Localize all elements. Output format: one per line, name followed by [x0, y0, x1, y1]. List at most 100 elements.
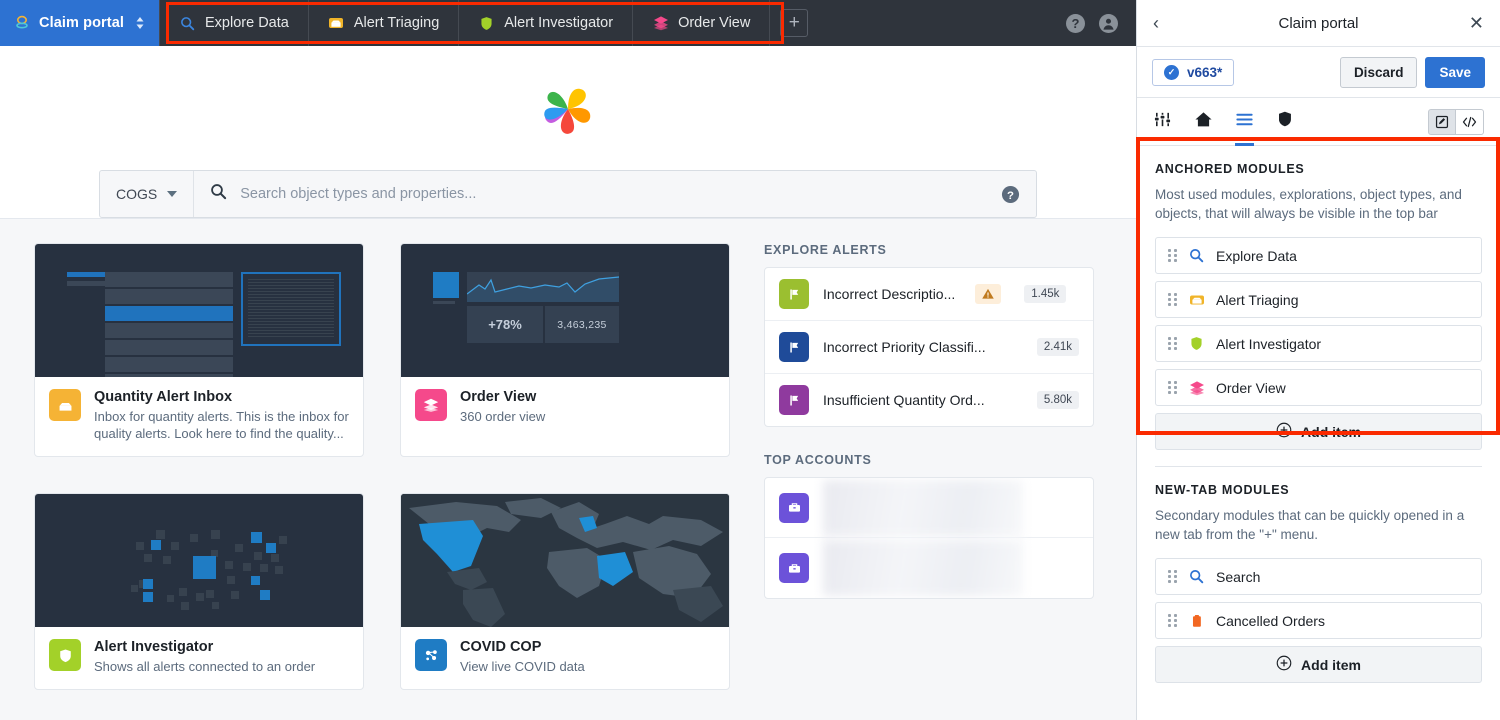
- version-chip[interactable]: ✓ v663*: [1152, 58, 1235, 86]
- search-scope-dropdown[interactable]: COGS: [100, 171, 195, 217]
- user-avatar-icon[interactable]: [1099, 13, 1118, 33]
- drag-handle-icon[interactable]: [1168, 569, 1177, 584]
- alert-label: Incorrect Priority Classifi...: [823, 339, 986, 355]
- group-new-tab-modules: NEW-TAB MODULES Secondary modules that c…: [1151, 467, 1486, 689]
- module-item-order-view[interactable]: Order View: [1155, 369, 1482, 406]
- briefcase-icon: [779, 492, 809, 523]
- alert-count: 1.45k: [1024, 285, 1067, 303]
- chevron-down-icon: [167, 191, 178, 197]
- code-icon[interactable]: [1456, 108, 1484, 135]
- app-logo-icon: [14, 15, 30, 31]
- magnifier-icon: [1188, 247, 1205, 264]
- card-text: Alert Investigator Shows all alerts conn…: [94, 639, 315, 675]
- global-search-bar: COGS Search object types and properties.…: [99, 170, 1037, 218]
- tab-alert-triaging[interactable]: Alert Triaging: [309, 0, 460, 46]
- drag-handle-icon[interactable]: [1168, 613, 1177, 628]
- explore-alerts-title: EXPLORE ALERTS: [764, 243, 887, 257]
- layers-icon: [652, 15, 669, 32]
- chevron-left-icon[interactable]: ‹: [1153, 13, 1175, 34]
- add-item-button-newtab[interactable]: Add item: [1155, 646, 1482, 683]
- card-covid-cop[interactable]: COVID COP View live COVID data: [400, 493, 730, 690]
- list-item[interactable]: [765, 538, 1093, 598]
- thumb-tile: [433, 272, 459, 298]
- discard-button[interactable]: Discard: [1339, 56, 1418, 88]
- card-alert-investigator[interactable]: Alert Investigator Shows all alerts conn…: [34, 493, 364, 690]
- brand-selector[interactable]: Claim portal: [0, 0, 159, 46]
- shield-icon: [49, 639, 81, 671]
- card-title: COVID COP: [460, 639, 542, 655]
- drag-handle-icon[interactable]: [1168, 336, 1177, 351]
- table-detail-thumb: [35, 244, 363, 377]
- cluster-icon: [415, 639, 447, 671]
- module-label: Alert Triaging: [1216, 291, 1299, 308]
- drag-handle-icon[interactable]: [1168, 292, 1177, 307]
- tab-alert-investigator[interactable]: Alert Investigator: [459, 0, 634, 46]
- configuration-panel: ‹ Claim portal ✕ ✓ v663* Discard Save AN…: [1136, 0, 1500, 720]
- thumb-rows: [105, 272, 233, 377]
- drag-handle-icon[interactable]: [1168, 380, 1177, 395]
- module-label: Explore Data: [1216, 247, 1297, 264]
- svg-text:?: ?: [1007, 189, 1014, 201]
- module-item-alert-investigator[interactable]: Alert Investigator: [1155, 325, 1482, 362]
- add-item-button-anchored[interactable]: Add item: [1155, 413, 1482, 450]
- inbox-icon: [1188, 291, 1205, 308]
- panel-tab-settings[interactable]: [1153, 98, 1172, 146]
- card-body: COVID COP View live COVID data: [401, 627, 729, 689]
- inbox-icon: [49, 389, 81, 421]
- thumb-detail-pane: [241, 272, 341, 346]
- card-title: Quantity Alert Inbox: [94, 389, 233, 405]
- card-body: Quantity Alert Inbox Inbox for quantity …: [35, 377, 363, 456]
- module-item-search[interactable]: Search: [1155, 558, 1482, 595]
- module-label: Cancelled Orders: [1216, 612, 1325, 629]
- module-item-alert-triaging[interactable]: Alert Triaging: [1155, 281, 1482, 318]
- warning-triangle-icon: [975, 284, 1002, 304]
- list-item[interactable]: Incorrect Descriptio... 1.45k: [765, 268, 1093, 321]
- magnifier-icon: [179, 15, 196, 32]
- add-item-label: Add item: [1301, 656, 1361, 673]
- top-navigation-bar: Claim portal Explore Data Alert Triaging…: [0, 0, 1136, 46]
- close-icon[interactable]: ✕: [1462, 13, 1484, 34]
- alert-label: Insufficient Quantity Ord...: [823, 392, 985, 408]
- card-order-view[interactable]: +78% 3,463,235 Order View 360 order view: [400, 243, 730, 457]
- redacted-account-name: [823, 540, 1023, 596]
- search-help-icon[interactable]: ?: [1001, 171, 1036, 217]
- search-placeholder: Search object types and properties...: [240, 186, 477, 202]
- thumb-stat-delta: +78%: [467, 306, 543, 343]
- tab-explore-data[interactable]: Explore Data: [159, 0, 309, 46]
- list-item[interactable]: Incorrect Priority Classifi... 2.41k: [765, 321, 1093, 374]
- clipboard-icon: [1188, 612, 1205, 629]
- help-icon[interactable]: ?: [1066, 13, 1085, 33]
- module-item-cancelled-orders[interactable]: Cancelled Orders: [1155, 602, 1482, 639]
- thumb-sidebar: [67, 272, 105, 290]
- tab-label: Alert Investigator: [504, 15, 614, 31]
- panel-tab-bar: [1137, 98, 1500, 146]
- tab-label: Explore Data: [205, 15, 289, 31]
- card-quantity-alert-inbox[interactable]: Quantity Alert Inbox Inbox for quantity …: [34, 243, 364, 457]
- color-wheel-icon: [541, 82, 595, 136]
- search-input[interactable]: Search object types and properties...: [194, 171, 1001, 217]
- module-tab-list: Explore Data Alert Triaging Alert Invest…: [159, 0, 771, 46]
- module-label: Order View: [1216, 379, 1286, 396]
- add-tab-button[interactable]: +: [780, 9, 809, 37]
- app-root: Claim portal Explore Data Alert Triaging…: [0, 0, 1500, 720]
- selector-caret-icon[interactable]: [135, 15, 145, 31]
- thumb-node-graph: [35, 494, 363, 627]
- save-button[interactable]: Save: [1425, 56, 1485, 88]
- drag-handle-icon[interactable]: [1168, 248, 1177, 263]
- panel-tab-home[interactable]: [1194, 98, 1213, 146]
- shield-icon: [1188, 335, 1205, 352]
- card-desc: Shows all alerts connected to an order: [94, 659, 316, 674]
- edit-pencil-icon[interactable]: [1428, 108, 1456, 135]
- plus-circle-icon: [1276, 655, 1292, 674]
- thumb-tile-underline: [433, 301, 455, 304]
- module-item-explore-data[interactable]: Explore Data: [1155, 237, 1482, 274]
- panel-tab-modules[interactable]: [1235, 98, 1254, 146]
- tab-order-view[interactable]: Order View: [633, 0, 771, 46]
- panel-tab-permissions[interactable]: [1276, 98, 1294, 146]
- module-label: Alert Investigator: [1216, 335, 1322, 352]
- tab-label: Order View: [678, 15, 751, 31]
- list-item[interactable]: [765, 478, 1093, 538]
- list-item[interactable]: Insufficient Quantity Ord... 5.80k: [765, 374, 1093, 426]
- shield-icon: [1276, 110, 1294, 133]
- panel-title: Claim portal: [1278, 14, 1359, 32]
